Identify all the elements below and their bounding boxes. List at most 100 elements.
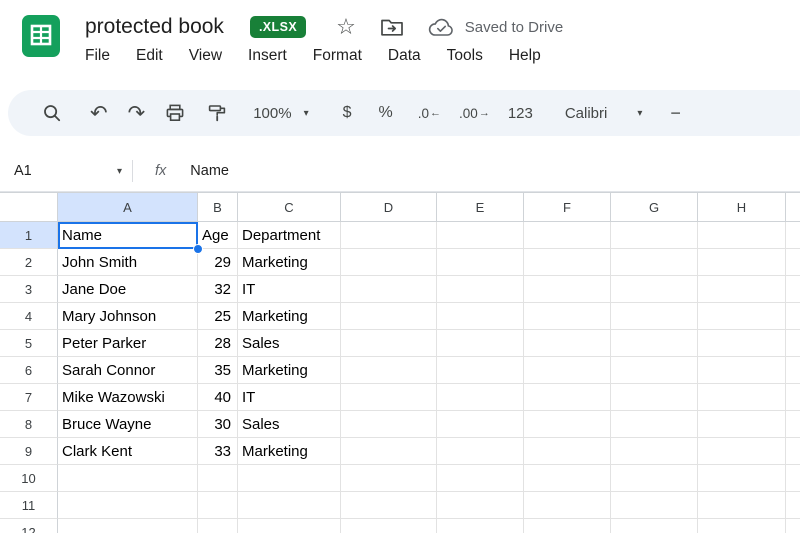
cell-A8[interactable]: Bruce Wayne: [58, 411, 198, 438]
cell-D12[interactable]: [341, 519, 437, 533]
formula-input[interactable]: Name: [190, 163, 800, 179]
cell-C7[interactable]: IT: [238, 384, 341, 411]
cell-B2[interactable]: 29: [198, 249, 238, 276]
row-header-7[interactable]: 7: [0, 384, 58, 411]
cell-H11[interactable]: [698, 492, 786, 519]
cell-B7[interactable]: 40: [198, 384, 238, 411]
cell-C11[interactable]: [238, 492, 341, 519]
cell-A2[interactable]: John Smith: [58, 249, 198, 276]
row-header-3[interactable]: 3: [0, 276, 58, 303]
row-header-12[interactable]: 12: [0, 519, 58, 533]
redo-icon[interactable]: ↷: [128, 103, 146, 124]
cell-F11[interactable]: [524, 492, 611, 519]
cell-A11[interactable]: [58, 492, 198, 519]
menu-format[interactable]: Format: [313, 47, 362, 65]
currency-format-button[interactable]: $: [343, 104, 352, 122]
font-select[interactable]: Calibri ▾: [565, 105, 643, 122]
increase-decimal-button[interactable]: .00→: [459, 106, 490, 121]
cell-B11[interactable]: [198, 492, 238, 519]
cell-B12[interactable]: [198, 519, 238, 533]
cell-D1[interactable]: [341, 222, 437, 249]
menu-edit[interactable]: Edit: [136, 47, 163, 65]
menu-data[interactable]: Data: [388, 47, 421, 65]
cell-F1[interactable]: [524, 222, 611, 249]
cell-A10[interactable]: [58, 465, 198, 492]
name-box[interactable]: A1 ▾: [0, 163, 132, 179]
column-header-E[interactable]: E: [437, 193, 524, 222]
undo-icon[interactable]: ↶: [90, 103, 108, 124]
cell-H9[interactable]: [698, 438, 786, 465]
cell-F4[interactable]: [524, 303, 611, 330]
cell-H3[interactable]: [698, 276, 786, 303]
cell-C12[interactable]: [238, 519, 341, 533]
cell-G10[interactable]: [611, 465, 698, 492]
cell-D3[interactable]: [341, 276, 437, 303]
select-all-corner[interactable]: [0, 193, 58, 222]
row-header-4[interactable]: 4: [0, 303, 58, 330]
cell-E3[interactable]: [437, 276, 524, 303]
cell-D9[interactable]: [341, 438, 437, 465]
cell-E9[interactable]: [437, 438, 524, 465]
row-header-8[interactable]: 8: [0, 411, 58, 438]
cell-C9[interactable]: Marketing: [238, 438, 341, 465]
cell-D8[interactable]: [341, 411, 437, 438]
cell-B1[interactable]: Age: [198, 222, 238, 249]
menu-file[interactable]: File: [85, 47, 110, 65]
menu-tools[interactable]: Tools: [447, 47, 483, 65]
cell-F7[interactable]: [524, 384, 611, 411]
cell-G12[interactable]: [611, 519, 698, 533]
cell-F8[interactable]: [524, 411, 611, 438]
cell-E4[interactable]: [437, 303, 524, 330]
column-header-D[interactable]: D: [341, 193, 437, 222]
column-header-B[interactable]: B: [198, 193, 238, 222]
row-header-2[interactable]: 2: [0, 249, 58, 276]
cell-F3[interactable]: [524, 276, 611, 303]
cell-C2[interactable]: Marketing: [238, 249, 341, 276]
cell-G2[interactable]: [611, 249, 698, 276]
cell-H5[interactable]: [698, 330, 786, 357]
cell-C1[interactable]: Department: [238, 222, 341, 249]
paint-format-icon[interactable]: [207, 103, 227, 123]
cell-A12[interactable]: [58, 519, 198, 533]
cell-F9[interactable]: [524, 438, 611, 465]
cell-E1[interactable]: [437, 222, 524, 249]
column-header-F[interactable]: F: [524, 193, 611, 222]
cell-A3[interactable]: Jane Doe: [58, 276, 198, 303]
cell-B6[interactable]: 35: [198, 357, 238, 384]
menu-insert[interactable]: Insert: [248, 47, 287, 65]
cell-A6[interactable]: Sarah Connor: [58, 357, 198, 384]
print-icon[interactable]: [165, 103, 185, 123]
cell-F12[interactable]: [524, 519, 611, 533]
fill-handle[interactable]: [193, 244, 203, 254]
cell-H6[interactable]: [698, 357, 786, 384]
cell-B10[interactable]: [198, 465, 238, 492]
cell-B4[interactable]: 25: [198, 303, 238, 330]
cell-H2[interactable]: [698, 249, 786, 276]
font-size-decrease-button[interactable]: −: [670, 103, 681, 124]
cell-C3[interactable]: IT: [238, 276, 341, 303]
cell-D4[interactable]: [341, 303, 437, 330]
cell-B8[interactable]: 30: [198, 411, 238, 438]
cell-A4[interactable]: Mary Johnson: [58, 303, 198, 330]
cell-E6[interactable]: [437, 357, 524, 384]
cell-C4[interactable]: Marketing: [238, 303, 341, 330]
cell-G6[interactable]: [611, 357, 698, 384]
cell-D7[interactable]: [341, 384, 437, 411]
star-icon[interactable]: ☆: [336, 16, 356, 38]
row-header-9[interactable]: 9: [0, 438, 58, 465]
cell-F6[interactable]: [524, 357, 611, 384]
cell-G8[interactable]: [611, 411, 698, 438]
cell-D5[interactable]: [341, 330, 437, 357]
row-header-10[interactable]: 10: [0, 465, 58, 492]
cell-F2[interactable]: [524, 249, 611, 276]
cell-G3[interactable]: [611, 276, 698, 303]
cell-G7[interactable]: [611, 384, 698, 411]
row-header-1[interactable]: 1: [0, 222, 58, 249]
cell-G5[interactable]: [611, 330, 698, 357]
cell-G4[interactable]: [611, 303, 698, 330]
cell-H1[interactable]: [698, 222, 786, 249]
cloud-saved-icon[interactable]: [428, 18, 455, 37]
cell-A7[interactable]: Mike Wazowski: [58, 384, 198, 411]
cell-B3[interactable]: 32: [198, 276, 238, 303]
cell-A5[interactable]: Peter Parker: [58, 330, 198, 357]
